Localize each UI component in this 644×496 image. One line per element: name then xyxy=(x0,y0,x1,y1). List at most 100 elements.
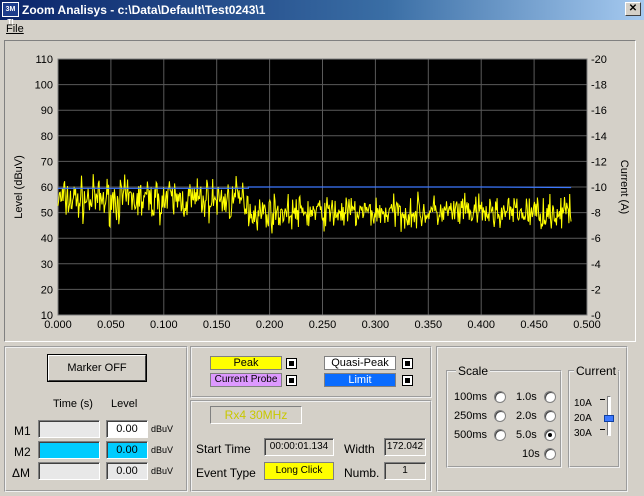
peak-legend: Peak xyxy=(210,356,282,370)
y-tick-label: 110 xyxy=(35,54,53,66)
y2-tick-label: -6 xyxy=(591,233,601,245)
app-icon: 3M TI xyxy=(2,2,19,26)
m2-time-field[interactable] xyxy=(38,441,100,459)
y2-tick-label: -14 xyxy=(591,131,607,143)
m1-unit: dBuV xyxy=(151,424,174,434)
chart-panel: 0.000 0.050 0.100 0.150 0.200 0.250 0.300 0.350… xyxy=(4,40,636,342)
scale-title: Scale xyxy=(456,364,491,378)
delta-level-field[interactable]: 0.00 xyxy=(106,462,148,480)
tick-mark xyxy=(600,429,605,430)
current-option-label: 10A xyxy=(574,398,592,409)
scale-radio-500ms[interactable] xyxy=(494,429,506,441)
m1-label: M1 xyxy=(14,424,31,438)
m2-level-field[interactable]: 0.00 xyxy=(106,441,148,459)
event-type-label: Event Type xyxy=(196,466,256,480)
x-tick-label: 0.150 xyxy=(203,319,231,331)
y2-axis-label: Current (A) xyxy=(618,160,630,214)
x-tick-label: 0.350 xyxy=(415,319,443,331)
current-option-label: 20A xyxy=(574,413,592,424)
x-tick-label: 0.100 xyxy=(150,319,178,331)
scale-radio-5s[interactable] xyxy=(544,429,556,441)
y2-tick-label: -12 xyxy=(591,156,607,168)
marker-panel: Marker OFF Time (s) Level M1 0.00 dBuV M… xyxy=(4,346,188,492)
scale-radio-2s[interactable] xyxy=(544,410,556,422)
current-group: Current 10A 20A 30A xyxy=(568,364,620,468)
width-label: Width xyxy=(344,442,375,456)
y2-tick-label: -16 xyxy=(591,105,607,117)
y-tick-label: 50 xyxy=(41,208,53,220)
event-type-field: Long Click xyxy=(264,462,334,480)
delta-unit: dBuV xyxy=(151,466,174,476)
y-tick-label: 100 xyxy=(35,80,53,92)
x-tick-label: 0.450 xyxy=(520,319,548,331)
numb-label: Numb. xyxy=(344,466,380,480)
tick-mark xyxy=(600,399,605,408)
scale-option-label: 5.0s xyxy=(516,429,537,441)
legend-panel: Peak Current Probe Quasi-Peak Limit xyxy=(190,346,432,398)
close-button[interactable]: ✕ xyxy=(625,2,641,16)
x-tick-label: 0.300 xyxy=(362,319,390,331)
m1-time-field[interactable] xyxy=(38,420,100,438)
limit-legend: Limit xyxy=(324,373,396,387)
x-tick-label: 0.200 xyxy=(256,319,284,331)
m2-label: M2 xyxy=(14,445,31,459)
delta-m-label: ΔM xyxy=(12,466,31,480)
start-time-field: 00:00:01.134 xyxy=(264,438,334,456)
current-probe-legend: Current Probe xyxy=(210,373,282,387)
m2-unit: dBuV xyxy=(151,445,174,455)
y2-tick-label: -8 xyxy=(591,208,601,220)
scale-current-panel: Scale 100ms 250ms 500ms 1.0s 2.0s 5.0s 1… xyxy=(436,346,628,492)
menu-bar: File xyxy=(0,20,644,38)
y2-tick-label: -2 xyxy=(591,284,601,296)
delta-time-field[interactable] xyxy=(38,462,100,480)
level-chart[interactable]: 0.000 0.050 0.100 0.150 0.200 0.250 0.300 0.350… xyxy=(5,41,635,341)
title-bar: 3M TI Zoom Analisys - c:\Data\Default\Te… xyxy=(0,0,644,26)
y2-tick-label: -20 xyxy=(591,54,607,66)
y-axis-label: Level (dBuV) xyxy=(13,155,25,219)
width-field: 172.042 xyxy=(384,438,426,456)
current-option-label: 30A xyxy=(574,428,592,439)
current-slider-thumb[interactable] xyxy=(604,415,614,422)
quasi-peak-legend: Quasi-Peak xyxy=(324,356,396,370)
x-tick-label: 0.400 xyxy=(467,319,495,331)
y-tick-label: 40 xyxy=(41,233,53,245)
y-tick-label: 30 xyxy=(41,259,53,271)
window-title: Zoom Analisys - c:\Data\Default\Test0243… xyxy=(22,3,266,17)
menu-file[interactable]: File xyxy=(6,23,24,35)
level-column-header: Level xyxy=(111,398,138,410)
scale-option-label: 250ms xyxy=(454,410,488,422)
x-tick-label: 0.050 xyxy=(97,319,125,331)
scale-option-label: 2.0s xyxy=(516,410,537,422)
y2-tick-label: -0 xyxy=(591,310,601,322)
scale-group: Scale 100ms 250ms 500ms 1.0s 2.0s 5.0s 1… xyxy=(446,364,562,468)
y2-tick-label: -4 xyxy=(591,259,601,271)
rx-channel-label: Rx4 30MHz xyxy=(210,406,302,424)
marker-off-button[interactable]: Marker OFF xyxy=(48,355,146,381)
scale-radio-1s[interactable] xyxy=(544,391,556,403)
event-panel: Rx4 30MHz Start Time 00:00:01.134 Width … xyxy=(190,400,432,492)
y-tick-label: 10 xyxy=(41,310,53,322)
scale-option-label: 500ms xyxy=(454,429,488,441)
y-tick-label: 60 xyxy=(41,182,53,194)
time-column-header: Time (s) xyxy=(53,398,93,410)
scale-option-label: 1.0s xyxy=(516,391,537,403)
quasi-peak-checkbox[interactable] xyxy=(402,358,413,369)
y2-tick-label: -10 xyxy=(591,182,607,194)
y-tick-label: 20 xyxy=(41,284,53,296)
numb-field: 1 xyxy=(384,462,426,480)
scale-radio-250ms[interactable] xyxy=(494,410,506,422)
scale-radio-10s[interactable] xyxy=(544,448,556,460)
scale-radio-100ms[interactable] xyxy=(494,391,506,403)
m1-level-field[interactable]: 0.00 xyxy=(106,420,148,438)
x-tick-label: 0.250 xyxy=(309,319,337,331)
current-title: Current xyxy=(574,364,619,378)
y2-tick-label: -18 xyxy=(591,80,607,92)
y-tick-label: 70 xyxy=(41,156,53,168)
scale-option-label: 10s xyxy=(522,448,540,460)
start-time-label: Start Time xyxy=(196,442,251,456)
peak-checkbox[interactable] xyxy=(286,358,297,369)
limit-checkbox[interactable] xyxy=(402,375,413,386)
y-tick-label: 80 xyxy=(41,131,53,143)
current-probe-checkbox[interactable] xyxy=(286,375,297,386)
y-tick-label: 90 xyxy=(41,105,53,117)
